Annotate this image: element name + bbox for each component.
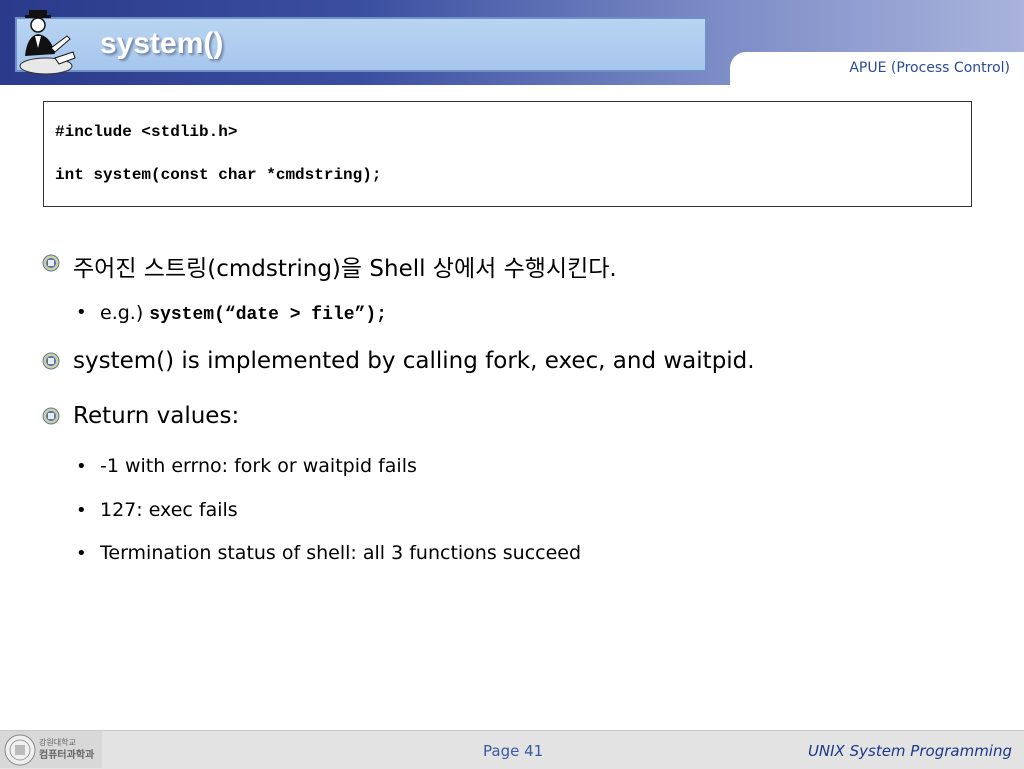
code-box: #include <stdlib.h> int system(const cha… (43, 101, 972, 207)
course-name: UNIX System Programming (807, 742, 1012, 760)
code-line-signature: int system(const char *cmdstring); (55, 166, 382, 184)
sub-bullet-dot: • (76, 302, 87, 323)
footer-logo: 강원대학교 컴퓨터과학과 (0, 731, 102, 768)
sub-bullet-dot: • (76, 500, 87, 521)
code-line-include: #include <stdlib.h> (55, 123, 238, 141)
bullet-return-values: Return values: (73, 403, 240, 429)
bullet-emblem-icon (42, 407, 60, 425)
return-item-3: Termination status of shell: all 3 funct… (100, 542, 582, 564)
return-item-1: -1 with errno: fork or waitpid fails (100, 455, 417, 477)
cmdstring-paren: (cmdstring) (207, 256, 341, 282)
shell-word: Shell (369, 256, 426, 282)
bullet-korean-line: 주어진 스트링(cmdstring)을 Shell 상에서 수행시킨다. (73, 249, 617, 283)
return-item-2: 127: exec fails (100, 499, 238, 521)
bullet-implementation: system() is implemented by calling fork,… (73, 348, 755, 374)
professor-figure-icon (19, 10, 76, 75)
sub-bullet-dot: • (76, 543, 87, 564)
university-seal-icon (4, 734, 36, 766)
course-tag: APUE (Process Control) (849, 60, 1010, 76)
logo-text-top: 강원대학교 (39, 738, 76, 747)
example-code: system(“date > file”); (149, 305, 387, 325)
logo-text-bottom: 컴퓨터과학과 (39, 750, 95, 761)
bullet-emblem-icon (42, 254, 60, 272)
example-prefix: e.g.) (100, 302, 150, 324)
sub-bullet-dot: • (76, 456, 87, 477)
slide-title: system() (100, 27, 224, 60)
page-number: Page 41 (483, 742, 544, 760)
bullet-emblem-icon (42, 352, 60, 370)
example-line: e.g.) system(“date > file”); (100, 302, 387, 325)
korean-text-2: 을 (340, 256, 370, 282)
korean-text-3: 상에서 수행시킨다. (425, 256, 617, 282)
korean-text-1: 주어진 스트링 (73, 256, 208, 282)
